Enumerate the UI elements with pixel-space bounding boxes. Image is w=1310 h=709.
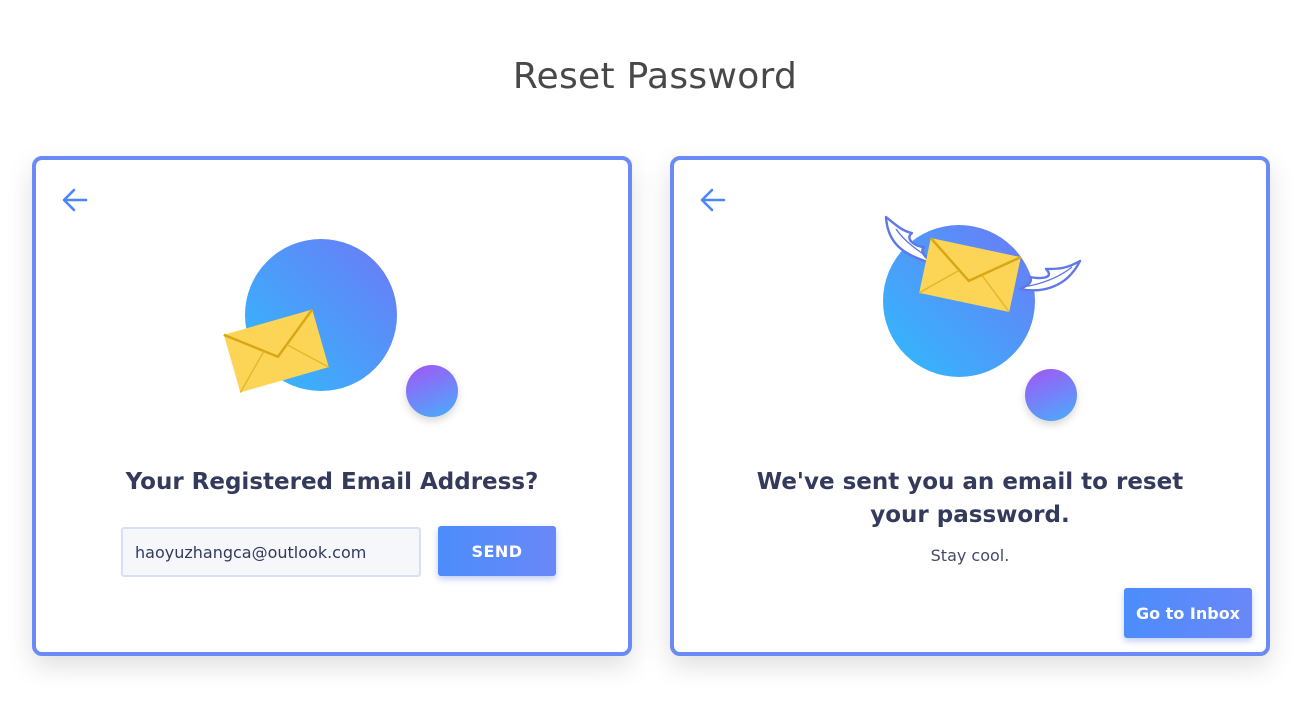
email-request-card: Your Registered Email Address? SEND <box>32 156 632 656</box>
sent-heading-line1: We've sent you an email to reset <box>756 469 1184 495</box>
back-arrow-icon[interactable] <box>60 186 90 214</box>
send-button[interactable]: SEND <box>438 526 556 576</box>
small-circle <box>1025 369 1077 421</box>
sent-confirmation-heading: We've sent you an email to reset your pa… <box>674 466 1266 532</box>
email-question-heading: Your Registered Email Address? <box>125 469 539 495</box>
back-arrow-icon[interactable] <box>698 186 728 214</box>
sent-heading-line2: your password. <box>870 502 1070 528</box>
email-sent-card: We've sent you an email to reset your pa… <box>670 156 1270 656</box>
page-title: Reset Password <box>512 56 798 97</box>
go-to-inbox-button[interactable]: Go to Inbox <box>1124 588 1252 638</box>
small-circle <box>406 365 458 417</box>
email-input[interactable] <box>121 527 421 577</box>
stay-cool-text: Stay cool. <box>930 546 1010 565</box>
sent-mail-illustration <box>883 215 1082 421</box>
mail-illustration <box>223 239 458 417</box>
